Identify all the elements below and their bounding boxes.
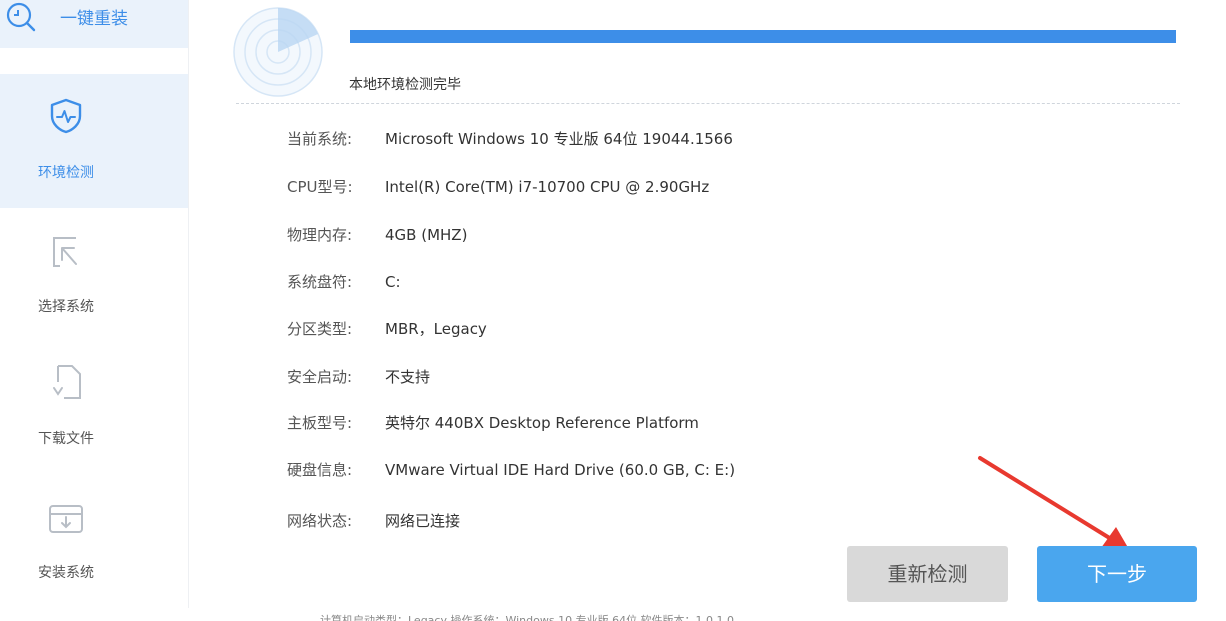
info-row-network: 网络状态: 网络已连接	[287, 510, 460, 534]
info-value: 4GB (MHZ)	[385, 226, 468, 244]
info-key: 当前系统:	[287, 130, 353, 148]
info-value: 不支持	[385, 368, 431, 386]
download-file-icon	[53, 365, 81, 399]
progress-bar	[350, 30, 1176, 43]
info-value: VMware Virtual IDE Hard Drive (60.0 GB, …	[385, 461, 736, 479]
info-row-partition-type: 分区类型: MBR，Legacy	[287, 318, 487, 342]
info-key: 安全启动:	[287, 368, 353, 386]
sidebar-item-label: 下载文件	[38, 431, 94, 447]
radar-scan-icon	[233, 7, 323, 97]
info-value: C:	[385, 273, 401, 291]
search-reinstall-icon	[6, 2, 36, 32]
sidebar-item-download-files[interactable]: 下载文件	[0, 342, 188, 476]
info-value: 网络已连接	[385, 512, 461, 530]
progress-fill	[350, 30, 1176, 43]
sidebar-item-label: 环境检测	[38, 165, 94, 181]
info-value: Intel(R) Core(TM) i7-10700 CPU @ 2.90GHz	[385, 178, 710, 196]
info-key: 物理内存:	[287, 226, 353, 244]
sidebar-item-select-system[interactable]: 选择系统	[0, 208, 188, 342]
sidebar-item-install-system[interactable]: 安装系统	[0, 476, 188, 610]
footer-text: 计算机启动类型：Legacy 操作系统：Windows 10 专业版 64位 软…	[320, 614, 735, 621]
info-value: MBR，Legacy	[385, 320, 487, 338]
sidebar-item-label: 选择系统	[38, 299, 94, 315]
annotation-arrow-icon	[978, 456, 1130, 551]
sidebar-item-label: 安装系统	[38, 565, 94, 581]
info-row-disk: 硬盘信息: VMware Virtual IDE Hard Drive (60.0…	[287, 459, 735, 483]
info-key: CPU型号:	[287, 178, 353, 196]
info-row-motherboard: 主板型号: 英特尔 440BX Desktop Reference Platfor…	[287, 412, 699, 436]
next-button[interactable]: 下一步	[1037, 546, 1197, 602]
info-row-secure-boot: 安全启动: 不支持	[287, 366, 430, 390]
sidebar: 一键重装 环境检测 选择系统 下载文件 安装系统	[0, 0, 189, 608]
app-window: 一键重装 环境检测 选择系统 下载文件 安装系统 本地环境检测完毕 当前系统: …	[0, 0, 1226, 621]
sidebar-brand[interactable]: 一键重装	[0, 0, 188, 48]
info-key: 主板型号:	[287, 414, 353, 432]
info-key: 分区类型:	[287, 320, 353, 338]
install-box-icon	[49, 505, 83, 533]
cursor-select-icon	[53, 237, 77, 267]
info-row-cpu: CPU型号: Intel(R) Core(TM) i7-10700 CPU @ 2…	[287, 176, 709, 200]
brand-label: 一键重装	[60, 9, 128, 29]
info-value: Microsoft Windows 10 专业版 64位 19044.1566	[385, 130, 733, 148]
sidebar-item-environment-check[interactable]: 环境检测	[0, 74, 188, 208]
info-key: 硬盘信息:	[287, 461, 353, 479]
status-text: 本地环境检测完毕	[349, 77, 461, 93]
recheck-button[interactable]: 重新检测	[847, 546, 1008, 602]
info-row-memory: 物理内存: 4GB (MHZ)	[287, 224, 467, 248]
shield-pulse-icon	[50, 98, 82, 134]
info-key: 网络状态:	[287, 512, 353, 530]
info-row-os: 当前系统: Microsoft Windows 10 专业版 64位 19044.…	[287, 128, 733, 152]
info-value: 英特尔 440BX Desktop Reference Platform	[385, 414, 699, 432]
info-row-system-drive: 系统盘符: C:	[287, 271, 401, 295]
divider	[236, 103, 1180, 104]
info-key: 系统盘符:	[287, 273, 353, 291]
